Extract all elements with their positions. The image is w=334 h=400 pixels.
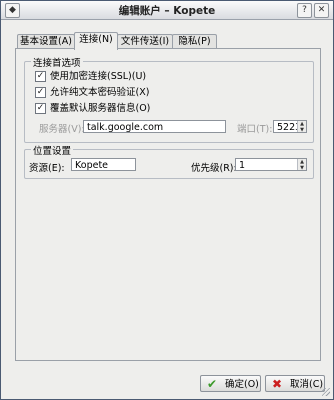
cancel-button-label: 取消(C): [290, 379, 324, 390]
tab-connection[interactable]: 连接(N): [74, 32, 118, 50]
allow-plaintext-checkbox[interactable]: ✓: [35, 87, 46, 98]
server-label: 服务器(V):: [39, 124, 85, 135]
ok-button[interactable]: ✔ 确定(O): [200, 375, 261, 392]
tab-basic-setup[interactable]: 基本设置(A): [17, 34, 75, 49]
close-icon[interactable]: ✕: [314, 3, 329, 18]
resize-grip-icon[interactable]: [322, 388, 330, 396]
window-title: 编辑账户 – Kopete: [118, 5, 216, 17]
server-input[interactable]: talk.google.com: [83, 120, 226, 133]
spin-down-icon[interactable]: ▼: [298, 165, 306, 171]
help-icon[interactable]: ?: [297, 3, 312, 18]
resource-input[interactable]: Kopete: [71, 158, 136, 171]
cancel-x-icon: ✖: [272, 377, 283, 391]
override-server-checkbox[interactable]: ✓: [35, 103, 46, 114]
spin-down-icon[interactable]: ▼: [298, 127, 306, 133]
connection-tab-panel: 连接首选项 ✓ 使用加密连接(SSL)(U) ✓ 允许纯文本密码验证(X) ✓ …: [15, 48, 321, 361]
edit-account-dialog: ◆ 编辑账户 – Kopete ? ✕ 基本设置(A) 连接(N) 文件传送(I…: [0, 0, 334, 400]
priority-spinbox[interactable]: 1 ▲ ▼: [235, 158, 307, 171]
cancel-button[interactable]: ✖ 取消(C): [265, 375, 325, 392]
priority-value: 1: [239, 160, 246, 171]
location-settings-group: 位置设置 资源(E): Kopete 优先级(R): 1 ▲ ▼: [24, 143, 314, 179]
priority-label: 优先级(R):: [191, 163, 237, 174]
window-menu-icon[interactable]: ◆: [5, 3, 20, 18]
connection-preferences-group: 连接首选项 ✓ 使用加密连接(SSL)(U) ✓ 允许纯文本密码验证(X) ✓ …: [24, 55, 314, 143]
resource-label: 资源(E):: [29, 163, 65, 174]
port-spin-arrows[interactable]: ▲ ▼: [297, 121, 306, 132]
ok-button-label: 确定(O): [225, 379, 259, 390]
checkmark-icon: ✔: [207, 377, 218, 391]
override-server-label: 覆盖默认服务器信息(O): [50, 103, 151, 114]
port-label: 端口(T):: [237, 124, 273, 135]
location-settings-title: 位置设置: [31, 143, 74, 157]
connection-preferences-title: 连接首选项: [31, 55, 83, 69]
priority-spin-arrows[interactable]: ▲ ▼: [297, 159, 306, 170]
use-ssl-checkbox[interactable]: ✓: [35, 71, 46, 82]
tab-file-transfer[interactable]: 文件传送(I): [117, 34, 173, 49]
allow-plaintext-label: 允许纯文本密码验证(X): [50, 87, 150, 98]
title-bar: ◆ 编辑账户 – Kopete ? ✕: [1, 1, 333, 20]
port-spinbox[interactable]: 5223 ▲ ▼: [273, 120, 307, 133]
tab-privacy[interactable]: 隐私(P): [172, 34, 217, 49]
use-ssl-label: 使用加密连接(SSL)(U): [50, 71, 147, 82]
